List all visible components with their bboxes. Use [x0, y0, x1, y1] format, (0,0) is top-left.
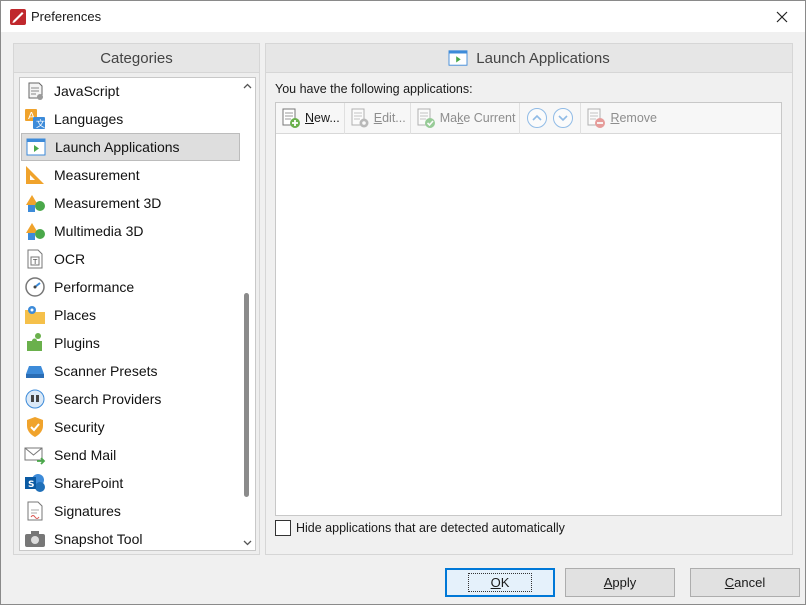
- edit-button-label: Edit...: [373, 111, 406, 125]
- sharepoint-icon: S: [25, 474, 45, 492]
- chevron-up-icon: [243, 83, 252, 88]
- preferences-dialog: Preferences Categories JavaScript A 文 La…: [0, 0, 806, 605]
- launch-applications-icon: [26, 138, 46, 156]
- category-label: Security: [54, 419, 105, 435]
- arrow-down-icon: [553, 108, 574, 128]
- category-javascript[interactable]: JavaScript: [21, 78, 240, 105]
- measurement-icon: [26, 166, 44, 184]
- javascript-icon: [28, 82, 43, 100]
- move-down-button[interactable]: [552, 107, 574, 129]
- category-label: Send Mail: [54, 447, 117, 463]
- launch-applications-panel: Launch Applications You have the followi…: [265, 43, 793, 555]
- category-security[interactable]: Security: [21, 413, 240, 441]
- categories-list[interactable]: JavaScript A 文 Languages Launch Applicat…: [19, 77, 256, 551]
- make-current-button[interactable]: Make Current: [411, 102, 521, 134]
- categories-header: Categories: [14, 44, 259, 73]
- category-label: Snapshot Tool: [54, 531, 143, 547]
- checkbox-label: Hide applications that are detected auto…: [296, 521, 565, 535]
- category-label: Launch Applications: [55, 139, 180, 155]
- make-current-label: Make Current: [439, 111, 516, 125]
- move-buttons: [520, 102, 582, 134]
- applications-label: You have the following applications:: [275, 82, 473, 96]
- panel-header: Launch Applications: [266, 44, 792, 73]
- ok-button[interactable]: OK: [445, 568, 555, 597]
- title-bar: Preferences: [1, 1, 805, 32]
- category-label: JavaScript: [54, 83, 120, 99]
- applications-list[interactable]: New... Edit... Make Current Remove: [275, 102, 782, 516]
- category-label: Measurement: [54, 167, 140, 183]
- scanner-icon: [26, 366, 44, 378]
- multimedia-3d-icon: [26, 223, 45, 240]
- snapshot-tool-icon: [25, 531, 45, 547]
- send-mail-icon: [24, 447, 46, 465]
- panel-title: Launch Applications: [476, 49, 610, 67]
- svg-text:S: S: [28, 480, 34, 490]
- category-label: Search Providers: [54, 391, 162, 407]
- edit-button[interactable]: Edit...: [345, 102, 411, 134]
- category-label: Measurement 3D: [54, 195, 162, 211]
- categories-panel: Categories JavaScript A 文 Languages Laun…: [13, 43, 260, 555]
- window-title: Preferences: [31, 9, 102, 24]
- chevron-down-icon: [243, 540, 252, 545]
- category-measurement-3d[interactable]: Measurement 3D: [21, 189, 240, 217]
- category-search-providers[interactable]: Search Providers: [21, 385, 240, 413]
- category-measurement[interactable]: Measurement: [21, 161, 240, 189]
- places-icon: [25, 306, 45, 324]
- scroll-down-button[interactable]: [240, 535, 255, 550]
- category-label: Scanner Presets: [54, 363, 158, 379]
- security-icon: [27, 417, 43, 437]
- category-label: Plugins: [54, 335, 100, 351]
- category-sharepoint[interactable]: S SharePoint: [21, 469, 240, 497]
- measurement-3d-icon: [26, 195, 45, 212]
- hide-detected-apps-checkbox[interactable]: Hide applications that are detected auto…: [275, 520, 565, 536]
- apply-button[interactable]: Apply: [565, 568, 675, 597]
- category-snapshot-tool[interactable]: Snapshot Tool: [21, 525, 240, 550]
- new-app-icon: [282, 108, 300, 128]
- category-places[interactable]: Places: [21, 301, 240, 329]
- cancel-button[interactable]: Cancel: [690, 568, 800, 597]
- ocr-icon: T: [27, 249, 43, 269]
- categories-scrollbar[interactable]: [240, 78, 255, 550]
- search-providers-icon: [25, 389, 45, 409]
- remove-app-icon: [587, 108, 606, 128]
- move-up-button[interactable]: [526, 107, 548, 129]
- launch-applications-icon: [448, 50, 468, 66]
- category-performance[interactable]: Performance: [21, 273, 240, 301]
- category-ocr[interactable]: T OCR: [21, 245, 240, 273]
- arrow-up-icon: [527, 108, 548, 128]
- remove-button-label: Remove: [610, 111, 658, 125]
- checkbox-box[interactable]: [275, 520, 291, 536]
- category-label: Places: [54, 307, 97, 323]
- edit-app-icon: [351, 108, 369, 128]
- category-languages[interactable]: A 文 Languages: [21, 105, 240, 133]
- plugins-icon: [27, 333, 42, 351]
- category-label: Multimedia 3D: [54, 223, 144, 239]
- app-logo-icon: [10, 9, 26, 25]
- category-scanner-presets[interactable]: Scanner Presets: [21, 357, 240, 385]
- category-launch-applications[interactable]: Launch Applications: [21, 133, 240, 161]
- svg-text:T: T: [32, 258, 38, 266]
- close-button[interactable]: [759, 1, 805, 32]
- svg-text:文: 文: [36, 118, 45, 130]
- category-send-mail[interactable]: Send Mail: [21, 441, 240, 469]
- close-icon: [776, 11, 788, 22]
- remove-button[interactable]: Remove: [581, 103, 661, 134]
- category-label: SharePoint: [54, 475, 124, 491]
- category-label: OCR: [54, 251, 86, 267]
- category-signatures[interactable]: Signatures: [21, 497, 240, 525]
- signatures-icon: [27, 501, 43, 521]
- category-label: Performance: [54, 279, 135, 295]
- scroll-thumb[interactable]: [244, 293, 249, 497]
- category-plugins[interactable]: Plugins: [21, 329, 240, 357]
- new-button[interactable]: New...: [276, 102, 345, 134]
- scroll-up-button[interactable]: [240, 78, 255, 93]
- languages-icon: A 文: [25, 109, 45, 130]
- make-current-icon: [417, 108, 435, 128]
- category-multimedia-3d[interactable]: Multimedia 3D: [21, 217, 240, 245]
- category-label: Languages: [54, 111, 124, 127]
- category-label: Signatures: [54, 503, 121, 519]
- applications-toolbar: New... Edit... Make Current Remove: [276, 102, 781, 134]
- performance-icon: [25, 277, 45, 297]
- new-button-label: New...: [305, 111, 340, 125]
